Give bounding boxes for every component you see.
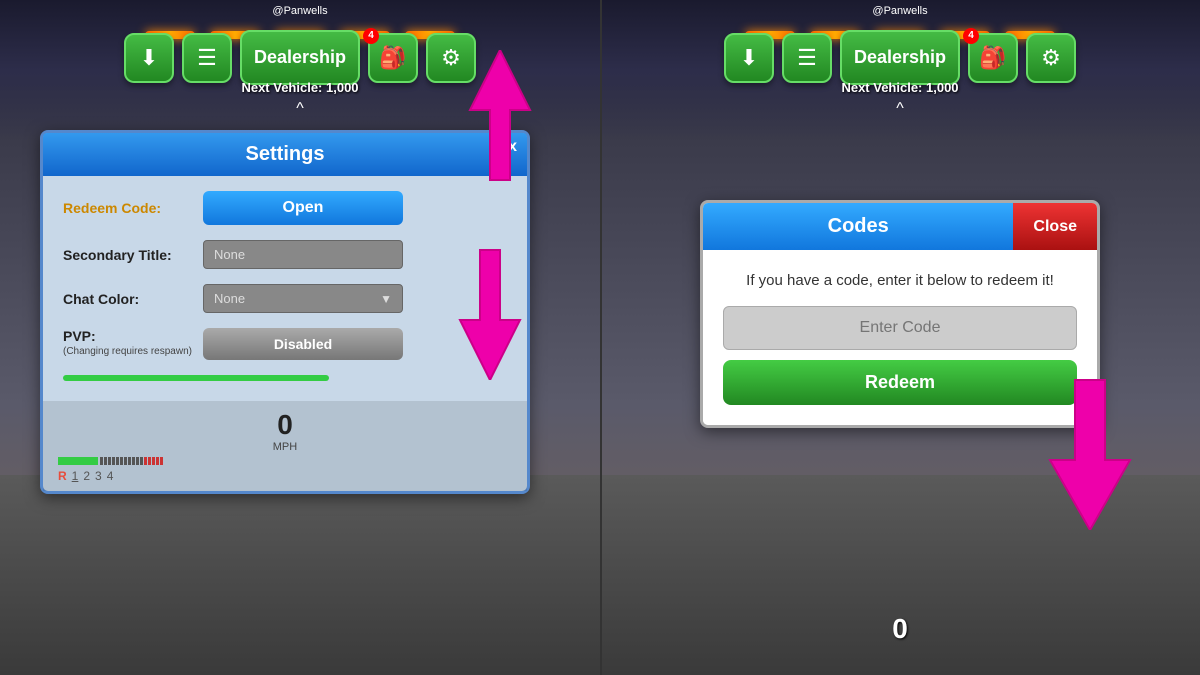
tick bbox=[112, 457, 115, 465]
settings-header: Settings x bbox=[43, 133, 527, 176]
chevron-up-right: ^ bbox=[896, 100, 904, 118]
chevron-up-left: ^ bbox=[296, 100, 304, 118]
tick bbox=[116, 457, 119, 465]
next-vehicle-left: Next Vehicle: 1,000 bbox=[241, 80, 358, 95]
dropdown-arrow-icon: ▼ bbox=[380, 292, 392, 306]
page-2[interactable]: 2 bbox=[83, 469, 90, 483]
pvp-row: PVP: (Changing requires respawn) Disable… bbox=[63, 328, 507, 360]
tick bbox=[136, 457, 139, 465]
codes-body: If you have a code, enter it below to re… bbox=[703, 250, 1097, 425]
dealership-btn-left[interactable]: Dealership bbox=[240, 30, 360, 85]
page-1[interactable]: 1 bbox=[72, 469, 79, 483]
chat-color-dropdown[interactable]: None ▼ bbox=[203, 284, 403, 313]
chat-color-row: Chat Color: None ▼ bbox=[63, 284, 507, 313]
right-panel: @Panwells ⬇ ☰ Dealership 4 🎒 ⚙ Next Vehi… bbox=[600, 0, 1200, 675]
redeem-code-label: Redeem Code: bbox=[63, 200, 193, 216]
codes-close-btn[interactable]: Close bbox=[1013, 203, 1097, 250]
page-nums: R 1 2 3 4 bbox=[58, 469, 512, 483]
open-redeem-btn[interactable]: Open bbox=[203, 191, 403, 225]
secondary-title-dropdown[interactable]: None bbox=[203, 240, 403, 269]
codes-header: Codes Close bbox=[703, 203, 1097, 250]
bag-badge-left: 4 🎒 bbox=[368, 33, 418, 83]
secondary-title-label: Secondary Title: bbox=[63, 247, 193, 263]
username-left: @Panwells bbox=[272, 5, 327, 17]
codes-description: If you have a code, enter it below to re… bbox=[723, 270, 1077, 291]
tick bbox=[128, 457, 131, 465]
page-r: R bbox=[58, 469, 67, 483]
username-right: @Panwells bbox=[872, 5, 927, 17]
floor-left bbox=[0, 475, 600, 675]
speed-display-right: 0 bbox=[892, 613, 908, 645]
download-btn-left[interactable]: ⬇ bbox=[124, 33, 174, 83]
speed-bar-row bbox=[58, 457, 512, 465]
tick bbox=[140, 457, 143, 465]
code-input[interactable] bbox=[723, 306, 1077, 350]
tick bbox=[120, 457, 123, 465]
settings-btn-left[interactable]: ⚙ bbox=[426, 33, 476, 83]
settings-title: Settings bbox=[246, 143, 325, 165]
checklist-btn-right[interactable]: ☰ bbox=[782, 33, 832, 83]
redeem-code-row: Redeem Code: Open bbox=[63, 191, 507, 225]
panel-divider bbox=[600, 0, 602, 675]
left-panel: @Panwells ⬇ ☰ Dealership 4 🎒 ⚙ Next Vehi… bbox=[0, 0, 600, 675]
speed-bar-gray bbox=[100, 457, 163, 465]
settings-progress-bar bbox=[63, 375, 329, 381]
dealership-btn-right[interactable]: Dealership bbox=[840, 30, 960, 85]
page-4[interactable]: 4 bbox=[107, 469, 114, 483]
tick bbox=[132, 457, 135, 465]
mph-label-left: MPH bbox=[58, 441, 512, 453]
codes-panel: Codes Close If you have a code, enter it… bbox=[700, 200, 1100, 428]
tick-red bbox=[156, 457, 159, 465]
pvp-note: (Changing requires respawn) bbox=[63, 346, 193, 357]
settings-btn-right[interactable]: ⚙ bbox=[1026, 33, 1076, 83]
tick bbox=[108, 457, 111, 465]
secondary-title-value: None bbox=[214, 247, 245, 262]
settings-close-btn[interactable]: x bbox=[508, 138, 517, 156]
badge-count-right: 4 bbox=[963, 28, 979, 44]
settings-body: Redeem Code: Open Secondary Title: None … bbox=[43, 176, 527, 401]
speed-display-left: 0 bbox=[58, 409, 512, 441]
next-vehicle-right: Next Vehicle: 1,000 bbox=[841, 80, 958, 95]
pvp-disabled-btn[interactable]: Disabled bbox=[203, 328, 403, 360]
secondary-title-row: Secondary Title: None bbox=[63, 240, 507, 269]
badge-count-left: 4 bbox=[363, 28, 379, 44]
hud-top-left: ⬇ ☰ Dealership 4 🎒 ⚙ bbox=[124, 30, 476, 85]
tick bbox=[100, 457, 103, 465]
tick-red bbox=[160, 457, 163, 465]
bag-badge-right: 4 🎒 bbox=[968, 33, 1018, 83]
hud-top-right: ⬇ ☰ Dealership 4 🎒 ⚙ bbox=[724, 30, 1076, 85]
chat-color-value: None bbox=[214, 291, 245, 306]
redeem-btn[interactable]: Redeem bbox=[723, 360, 1077, 405]
codes-title: Codes bbox=[703, 203, 1013, 250]
pvp-label-container: PVP: (Changing requires respawn) bbox=[63, 328, 193, 357]
tick bbox=[124, 457, 127, 465]
tick-red bbox=[152, 457, 155, 465]
page-3[interactable]: 3 bbox=[95, 469, 102, 483]
floor-right bbox=[600, 475, 1200, 675]
checklist-btn-left[interactable]: ☰ bbox=[182, 33, 232, 83]
chat-color-label: Chat Color: bbox=[63, 291, 193, 307]
download-btn-right[interactable]: ⬇ bbox=[724, 33, 774, 83]
speed-bar-green bbox=[58, 457, 98, 465]
settings-footer: 0 MPH bbox=[43, 401, 527, 491]
tick-red bbox=[148, 457, 151, 465]
pvp-label: PVP: bbox=[63, 328, 96, 344]
tick bbox=[104, 457, 107, 465]
tick-red bbox=[144, 457, 147, 465]
settings-panel: Settings x Redeem Code: Open Secondary T… bbox=[40, 130, 530, 494]
